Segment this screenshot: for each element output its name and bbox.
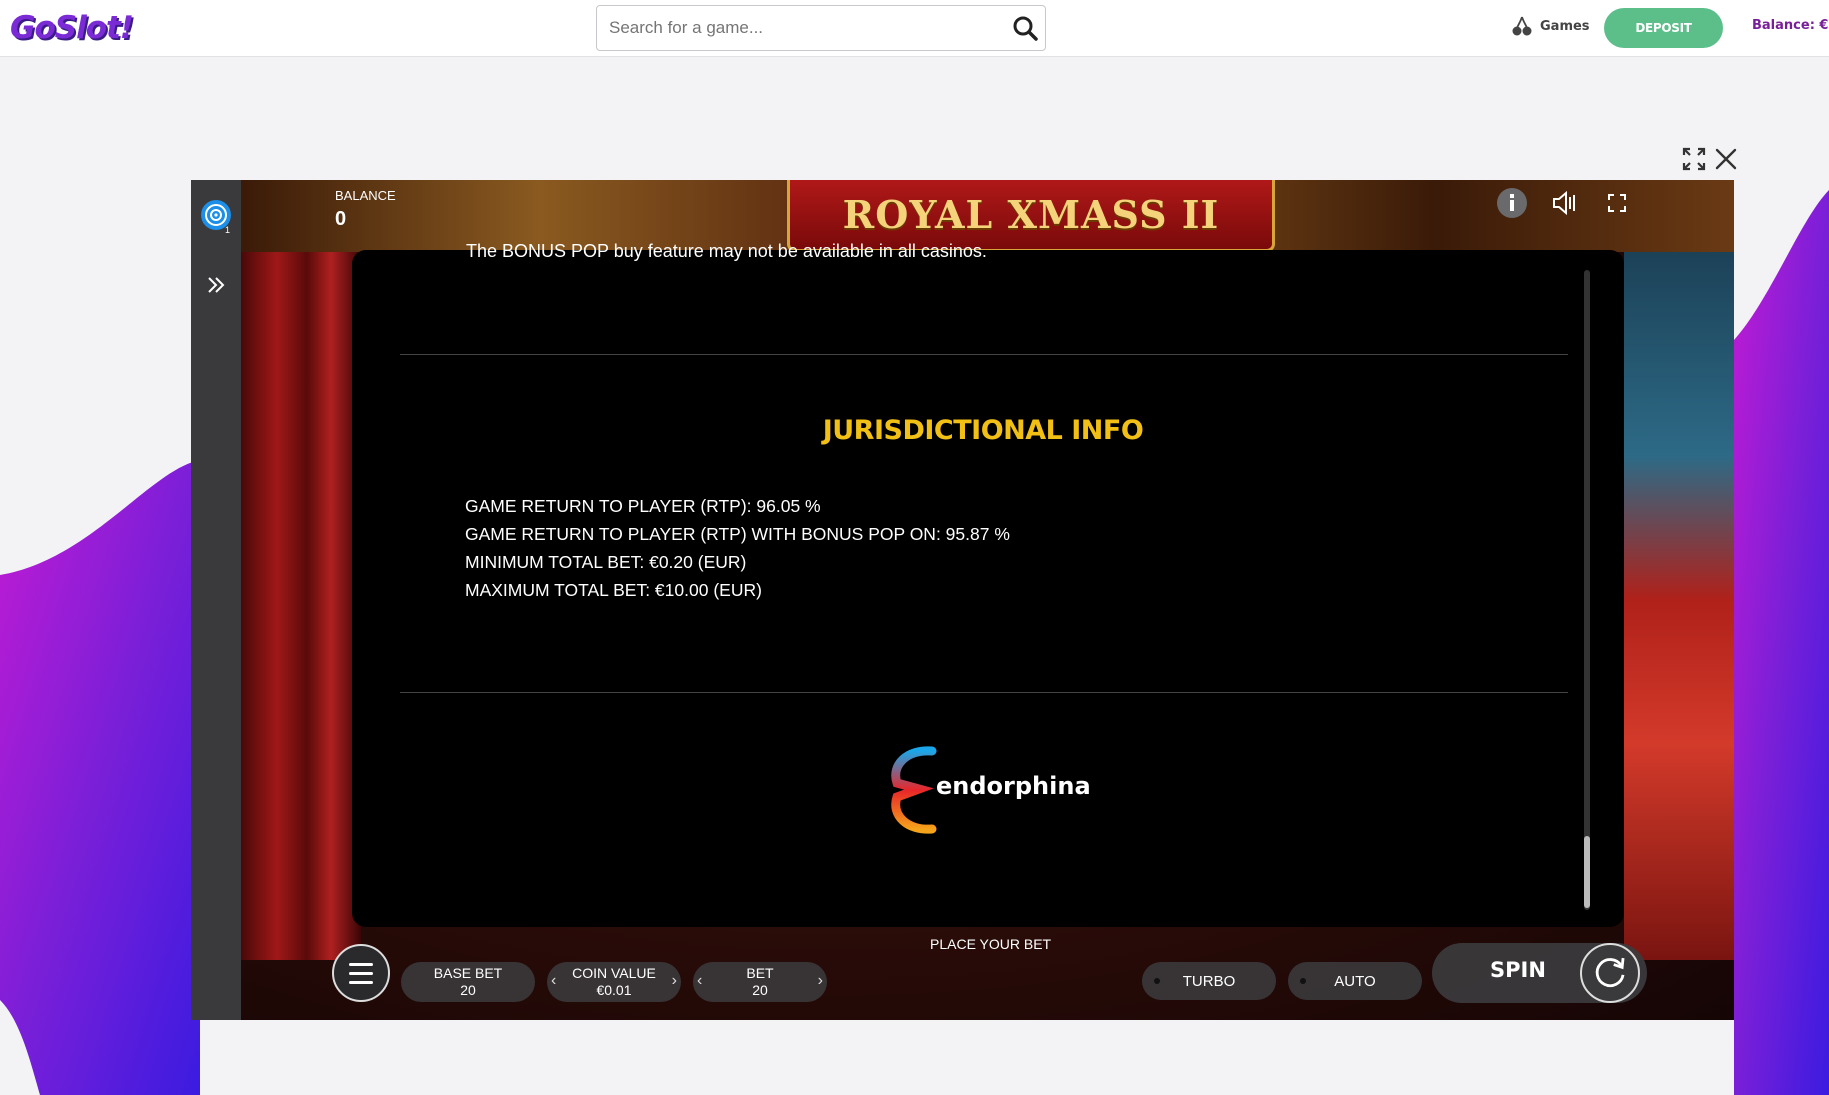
bet-increase[interactable]: ›	[818, 972, 823, 989]
game-balance-value: 0	[335, 208, 347, 230]
game-sidebar: 1	[191, 180, 241, 1020]
turbo-toggle[interactable]: TURBO	[1142, 962, 1276, 1000]
sound-icon[interactable]	[1547, 186, 1581, 220]
turbo-label: TURBO	[1182, 972, 1236, 990]
auto-label: AUTO	[1334, 972, 1376, 990]
jurisdiction-info-list: GAME RETURN TO PLAYER (RTP): 96.05 % GAM…	[465, 492, 1010, 604]
coin-value-control[interactable]: ‹ COIN VALUE €0.01 ›	[547, 962, 681, 1002]
info-line-rtp-bonus: GAME RETURN TO PLAYER (RTP) WITH BONUS P…	[465, 524, 1010, 544]
search-input[interactable]	[597, 6, 997, 50]
search-icon[interactable]	[1011, 14, 1039, 42]
provider-name: endorphina	[936, 772, 1091, 800]
target-badge: 1	[225, 225, 231, 235]
coin-value-decrease[interactable]: ‹	[551, 972, 556, 989]
bet-decrease[interactable]: ‹	[697, 972, 702, 989]
panel-scrollbar[interactable]	[1584, 270, 1590, 910]
bet-control[interactable]: ‹ BET 20 ›	[693, 962, 827, 1002]
base-bet-label: BASE BET	[433, 965, 503, 981]
coin-value-value: €0.01	[596, 982, 632, 998]
panel-scroll-thumb[interactable]	[1584, 836, 1590, 908]
site-logo[interactable]: GoSlot!	[10, 10, 134, 46]
spin-refresh-icon[interactable]	[1580, 943, 1640, 1003]
santa-decoration	[1624, 240, 1734, 960]
balance-display: Balance: €0.	[1752, 18, 1829, 33]
auto-indicator	[1300, 978, 1306, 984]
deposit-button[interactable]: DEPOSIT	[1604, 8, 1723, 48]
bet-label: BET	[746, 965, 774, 981]
curtain-decoration	[241, 240, 361, 960]
info-line-max-bet: MAXIMUM TOTAL BET: €10.00 (EUR)	[465, 580, 762, 600]
place-bet-message: PLACE YOUR BET	[930, 936, 1052, 952]
fullscreen-icon[interactable]	[1600, 186, 1634, 220]
coin-value-label: COIN VALUE	[572, 965, 656, 981]
nav-games-label: Games	[1540, 18, 1590, 34]
expand-icon[interactable]	[1681, 146, 1707, 172]
info-line-rtp: GAME RETURN TO PLAYER (RTP): 96.05 %	[465, 496, 821, 516]
game-menu-button[interactable]	[332, 944, 390, 1002]
auto-toggle[interactable]: AUTO	[1288, 962, 1422, 1000]
coin-value-increase[interactable]: ›	[672, 972, 677, 989]
base-bet-value: 20	[460, 982, 476, 998]
close-icon[interactable]	[1713, 146, 1739, 172]
turbo-indicator	[1154, 978, 1160, 984]
game-title: ROYAL XMASS II	[842, 192, 1220, 237]
page: GoSlot! Games DEPOSIT Balance: €0.	[0, 0, 1829, 1095]
search-box[interactable]	[596, 5, 1046, 51]
game-balance-label: BALANCE	[335, 188, 396, 203]
info-line-min-bet: MINIMUM TOTAL BET: €0.20 (EUR)	[465, 552, 747, 572]
bet-value: 20	[752, 982, 768, 998]
panel-truncated-text: The BONUS POP buy feature may not be ava…	[466, 241, 987, 261]
top-bar: GoSlot! Games DEPOSIT Balance: €0.	[0, 0, 1829, 57]
panel-divider	[400, 692, 1568, 693]
panel-heading: JURISDICTIONAL INFO	[822, 415, 1144, 446]
chevrons-right-icon[interactable]	[206, 275, 226, 295]
nav-games[interactable]: Games	[1512, 15, 1590, 37]
base-bet-control[interactable]: BASE BET 20	[401, 962, 535, 1002]
cherry-icon	[1512, 16, 1532, 36]
panel-divider	[400, 354, 1568, 355]
spin-label: SPIN	[1490, 958, 1546, 982]
info-icon[interactable]	[1495, 186, 1529, 220]
